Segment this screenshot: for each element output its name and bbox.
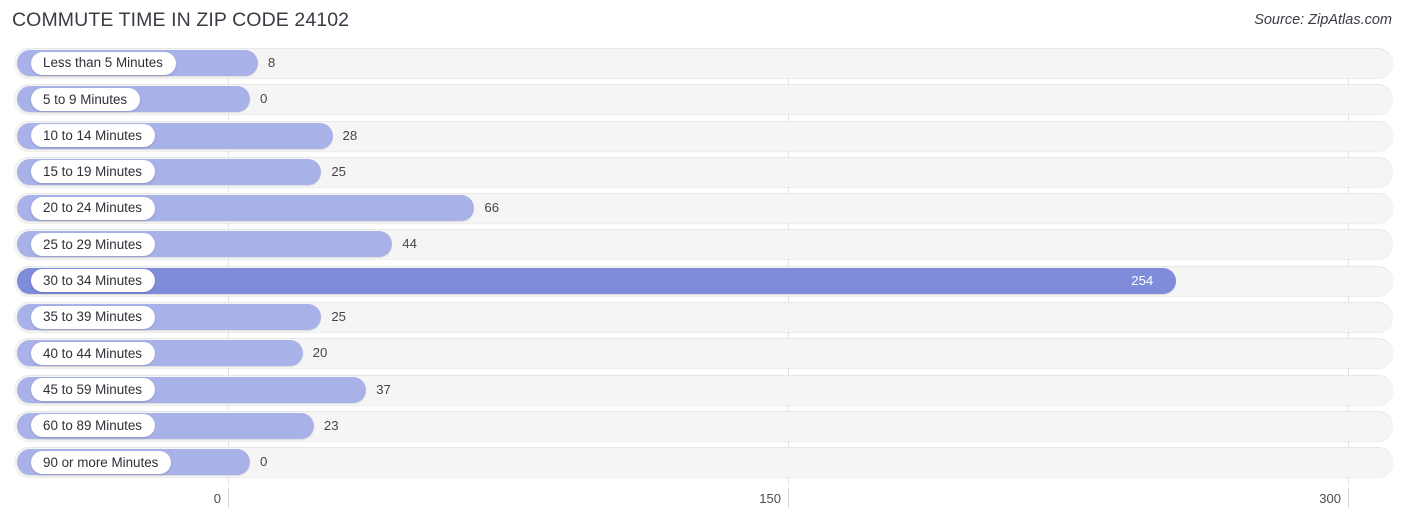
x-tick-label: 300 bbox=[1319, 491, 1341, 506]
value-label: 44 bbox=[402, 236, 417, 252]
category-capsule: 15 to 19 Minutes bbox=[31, 160, 156, 184]
category-label: 25 to 29 Minutes bbox=[43, 236, 143, 252]
bar-row: Less than 5 Minutes 8 bbox=[0, 48, 1406, 78]
bar-row: 60 to 89 Minutes 23 bbox=[0, 410, 1406, 441]
bar-row: 10 to 14 Minutes 28 bbox=[0, 120, 1406, 151]
value-label: 0 bbox=[260, 454, 268, 470]
x-tick-label: 0 bbox=[213, 491, 221, 506]
page-title: COMMUTE TIME IN ZIP CODE 24102 bbox=[12, 9, 350, 31]
category-label: 45 to 59 Minutes bbox=[43, 381, 143, 397]
chart-header: COMMUTE TIME IN ZIP CODE 24102 Source: Z… bbox=[0, 0, 1406, 46]
category-label: Less than 5 Minutes bbox=[43, 55, 163, 71]
source-attribution: Source: ZipAtlas.com bbox=[1254, 12, 1392, 28]
category-label: 20 to 24 Minutes bbox=[43, 200, 143, 216]
bar-row: 45 to 59 Minutes 37 bbox=[0, 374, 1406, 405]
value-label: 23 bbox=[323, 417, 339, 433]
value-label: 0 bbox=[260, 91, 268, 107]
category-label: 15 to 19 Minutes bbox=[43, 164, 143, 180]
value-label: 37 bbox=[376, 381, 391, 397]
category-capsule: 5 to 9 Minutes bbox=[31, 87, 141, 111]
bar-rows: Less than 5 Minutes 8 5 to 9 Minutes 0 10 to… bbox=[0, 48, 1406, 484]
bar-row: 5 to 9 Minutes 0 bbox=[0, 84, 1406, 115]
x-tick-label: 150 bbox=[759, 491, 781, 506]
value-label: 25 bbox=[331, 163, 346, 179]
category-capsule: 10 to 14 Minutes bbox=[31, 124, 156, 148]
x-tick-mark bbox=[788, 488, 789, 508]
category-capsule: 90 or more Minutes bbox=[31, 450, 172, 474]
category-label: 10 to 14 Minutes bbox=[43, 127, 143, 143]
bar-row: 25 to 29 Minutes 44 bbox=[0, 229, 1406, 260]
category-label: 90 or more Minutes bbox=[43, 454, 159, 470]
x-tick-mark bbox=[228, 488, 229, 508]
bar-row: 40 to 44 Minutes 20 bbox=[0, 338, 1406, 369]
category-label: 40 to 44 Minutes bbox=[43, 345, 143, 361]
category-capsule: 40 to 44 Minutes bbox=[31, 341, 156, 365]
x-tick-mark bbox=[1348, 488, 1349, 508]
value-label: 28 bbox=[342, 127, 358, 143]
category-capsule: 25 to 29 Minutes bbox=[31, 232, 156, 256]
category-label: 60 to 89 Minutes bbox=[43, 418, 143, 434]
category-capsule: 20 to 24 Minutes bbox=[31, 196, 156, 220]
category-capsule: 45 to 59 Minutes bbox=[31, 378, 156, 402]
category-label: 30 to 34 Minutes bbox=[43, 273, 143, 289]
bar-row: 20 to 24 Minutes 66 bbox=[0, 193, 1406, 224]
bar-row: 15 to 19 Minutes 25 bbox=[0, 156, 1406, 187]
value-bar[interactable] bbox=[17, 267, 1177, 294]
category-capsule: 30 to 34 Minutes bbox=[31, 269, 156, 293]
bar-row: 30 to 34 Minutes 254 bbox=[0, 265, 1406, 296]
chart-plot-area: Less than 5 Minutes 8 5 to 9 Minutes 0 10 to… bbox=[0, 48, 1406, 488]
value-label: 66 bbox=[484, 200, 500, 216]
category-label: 35 to 39 Minutes bbox=[43, 309, 143, 325]
bar-row: 35 to 39 Minutes 25 bbox=[0, 302, 1406, 333]
value-label: 25 bbox=[331, 309, 346, 325]
bar-row: 90 or more Minutes 0 bbox=[0, 447, 1406, 478]
value-label: 20 bbox=[312, 345, 328, 361]
category-capsule: 35 to 39 Minutes bbox=[31, 305, 156, 329]
x-axis: 0 150 300 bbox=[0, 488, 1406, 524]
category-capsule: 60 to 89 Minutes bbox=[31, 414, 156, 438]
category-capsule: Less than 5 Minutes bbox=[31, 51, 176, 75]
category-label: 5 to 9 Minutes bbox=[43, 91, 128, 107]
value-label: 254 bbox=[1131, 272, 1154, 288]
value-label: 8 bbox=[267, 55, 276, 70]
